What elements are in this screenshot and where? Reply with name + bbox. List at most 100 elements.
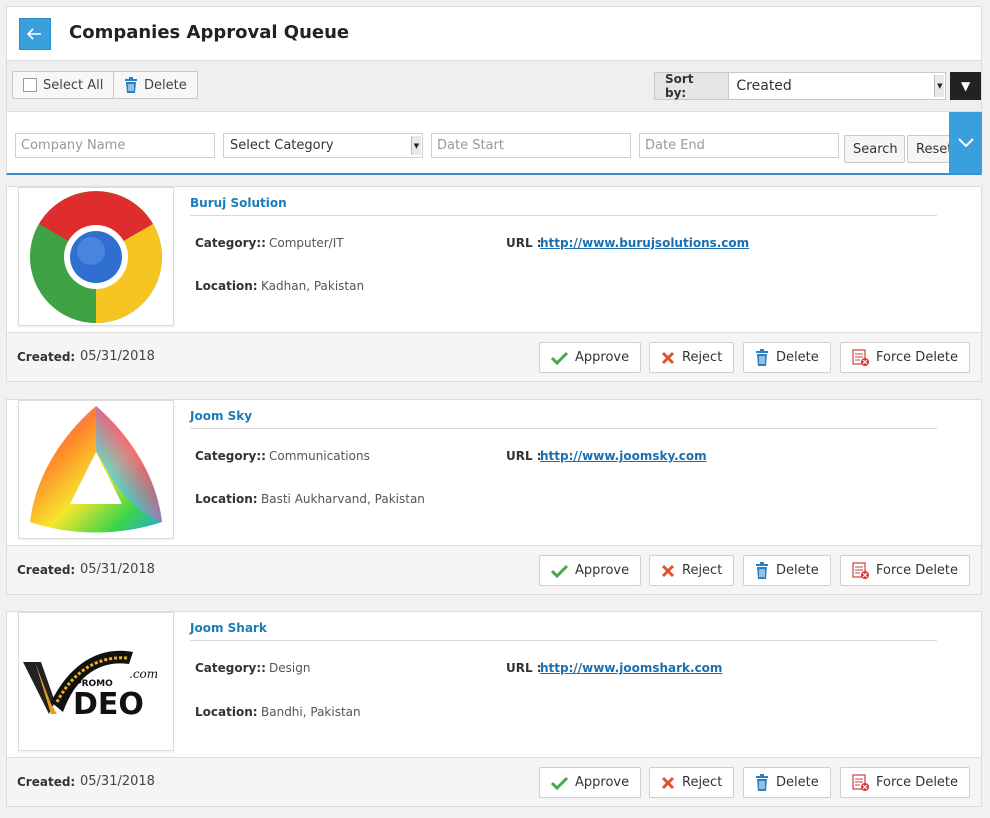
created-value: 05/31/2018 <box>80 349 155 364</box>
url-label: URL : <box>506 661 542 675</box>
approve-button[interactable]: Approve <box>539 342 642 373</box>
created-label: Created: <box>17 350 76 364</box>
chrome-logo <box>30 190 162 323</box>
reject-button[interactable]: Reject <box>649 342 735 373</box>
approve-button[interactable]: Approve <box>539 767 642 798</box>
location-label: Location: <box>195 279 258 293</box>
sort-control: Sort by: Created ▼ ▼ <box>654 72 981 100</box>
force-delete-icon <box>852 349 869 366</box>
select-all-label: Select All <box>43 77 104 93</box>
cross-icon <box>661 776 675 789</box>
chevron-down-icon <box>957 137 974 147</box>
date-end-input[interactable] <box>639 133 839 158</box>
approve-label: Approve <box>575 563 630 578</box>
location-label: Location: <box>195 492 258 506</box>
delete-button[interactable]: Delete <box>743 767 831 798</box>
sort-down-icon: ▼ <box>961 79 971 93</box>
reject-label: Reject <box>682 350 723 365</box>
bulk-delete-label: Delete <box>144 77 187 93</box>
force-delete-label: Force Delete <box>876 563 959 578</box>
delete-button[interactable]: Delete <box>743 342 831 373</box>
back-button[interactable] <box>19 18 51 50</box>
sort-label: Sort by: <box>654 72 730 100</box>
location-value: Bandhi, Pakistan <box>261 705 361 719</box>
reject-label: Reject <box>682 563 723 578</box>
company-name-link[interactable]: Buruj Solution <box>190 196 937 216</box>
category-label: Category:: <box>195 661 266 675</box>
company-url-link[interactable]: http://www.joomshark.com <box>540 661 722 675</box>
date-start-input[interactable] <box>431 133 631 158</box>
delete-label: Delete <box>776 775 819 790</box>
trash-icon <box>756 774 768 791</box>
approve-button[interactable]: Approve <box>539 555 642 586</box>
delete-button[interactable]: Delete <box>743 555 831 586</box>
created-value: 05/31/2018 <box>80 774 155 789</box>
created-label: Created: <box>17 563 76 577</box>
force-delete-button[interactable]: Force Delete <box>840 555 971 586</box>
company-card: Joom Sky Category:: Communications URL :… <box>6 399 982 595</box>
approve-label: Approve <box>575 775 630 790</box>
category-label: Category:: <box>195 449 266 463</box>
category-select[interactable]: Select Category ▼ <box>223 133 423 158</box>
company-card: PROMO .com DEO Joom Shark Category:: Des… <box>6 611 982 807</box>
company-name-input[interactable] <box>15 133 215 158</box>
select-all-checkbox[interactable] <box>23 78 37 92</box>
com-text: .com <box>129 667 158 681</box>
cross-icon <box>661 351 675 364</box>
card-footer: Created: 05/31/2018 Approve Reject Delet… <box>7 545 981 594</box>
promo-video-logo: PROMO .com DEO <box>23 650 158 722</box>
force-delete-icon <box>852 562 869 579</box>
created-label: Created: <box>17 775 76 789</box>
reject-button[interactable]: Reject <box>649 555 735 586</box>
url-label: URL : <box>506 449 542 463</box>
category-select-value: Select Category <box>230 138 334 153</box>
location-label: Location: <box>195 705 258 719</box>
expand-filters-button[interactable] <box>949 112 982 173</box>
force-delete-button[interactable]: Force Delete <box>840 767 971 798</box>
force-delete-icon <box>852 774 869 791</box>
trash-icon <box>756 562 768 579</box>
toolbar: Select All Delete Sort by: Created ▼ ▼ <box>6 60 982 112</box>
created-value: 05/31/2018 <box>80 562 155 577</box>
dropdown-arrow-icon: ▼ <box>934 75 945 97</box>
company-card: Buruj Solution Category:: Computer/IT UR… <box>6 186 982 382</box>
url-label: URL : <box>506 236 542 250</box>
sort-direction-button[interactable]: ▼ <box>950 72 981 100</box>
company-url-link[interactable]: http://www.joomsky.com <box>540 449 707 463</box>
force-delete-label: Force Delete <box>876 350 959 365</box>
page-header: Companies Approval Queue <box>6 6 982 60</box>
sort-select-value: Created <box>736 78 792 94</box>
search-button[interactable]: Search <box>844 135 905 163</box>
filter-bar: Select Category ▼ Search Reset <box>6 112 982 175</box>
category-value: Design <box>269 661 311 675</box>
company-name-link[interactable]: Joom Sky <box>190 409 937 429</box>
check-icon <box>551 564 568 578</box>
force-delete-label: Force Delete <box>876 775 959 790</box>
force-delete-button[interactable]: Force Delete <box>840 342 971 373</box>
rainbow-triangle-logo <box>30 405 162 532</box>
company-logo: PROMO .com DEO <box>18 612 174 751</box>
category-label: Category:: <box>195 236 266 250</box>
bulk-delete-button[interactable]: Delete <box>113 71 198 99</box>
location-value: Kadhan, Pakistan <box>261 279 365 293</box>
sort-select[interactable]: Created ▼ <box>729 72 947 100</box>
check-icon <box>551 776 568 790</box>
card-footer: Created: 05/31/2018 Approve Reject Delet… <box>7 332 981 381</box>
delete-label: Delete <box>776 350 819 365</box>
reject-button[interactable]: Reject <box>649 767 735 798</box>
cross-icon <box>661 564 675 577</box>
company-name-link[interactable]: Joom Shark <box>190 621 937 641</box>
approve-label: Approve <box>575 350 630 365</box>
dropdown-arrow-icon: ▼ <box>411 136 421 155</box>
location-value: Basti Aukharvand, Pakistan <box>261 492 425 506</box>
check-icon <box>551 351 568 365</box>
select-all-button[interactable]: Select All <box>12 71 115 99</box>
trash-icon <box>125 77 137 93</box>
category-value: Communications <box>269 449 370 463</box>
delete-label: Delete <box>776 563 819 578</box>
reject-label: Reject <box>682 775 723 790</box>
video-text: DEO <box>73 687 144 722</box>
company-url-link[interactable]: http://www.burujsolutions.com <box>540 236 749 250</box>
card-footer: Created: 05/31/2018 Approve Reject Delet… <box>7 757 981 806</box>
trash-icon <box>756 349 768 366</box>
